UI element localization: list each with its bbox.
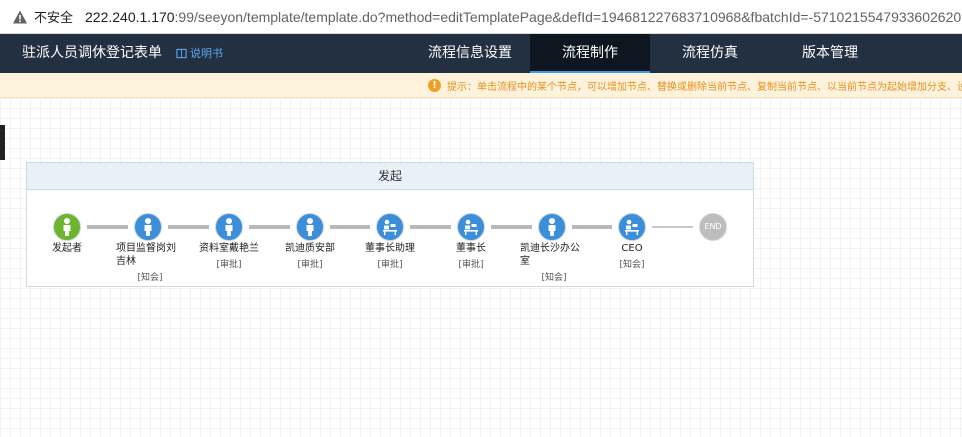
flow-node-label[interactable]: 董事长助理 [350,242,430,255]
flow-connector[interactable] [249,225,290,229]
person-icon[interactable] [134,213,162,241]
flow-connector[interactable] [572,225,612,229]
flow-node-role: [知会] [137,273,163,283]
info-icon: ! [428,78,441,92]
flow-node-role: [知会] [619,260,645,270]
flow-start-header[interactable]: 发起 [27,163,753,190]
person-icon[interactable] [538,213,566,241]
person-icon[interactable] [296,213,324,241]
flow-node-label[interactable]: 发起者 [27,242,107,255]
tab-flow-info[interactable]: 流程信息设置 [410,34,530,73]
flow-node-label[interactable]: CEO [592,242,672,255]
flow-node-label[interactable]: 董事长 [431,242,511,255]
end-node[interactable]: END [699,213,727,241]
left-edge-marker [0,125,5,160]
manual-label: 说明书 [190,47,223,60]
flow-node-role: [审批] [297,260,323,270]
post-icon[interactable] [376,213,404,241]
flow-connector[interactable] [87,225,128,229]
flow-node-label[interactable]: 资料室戴艳兰 [189,242,269,255]
flow-node-role: [审批] [216,260,242,270]
warning-triangle-icon [13,10,27,23]
tip-text: 提示：单击流程中的某个节点，可以增加节点、替换或删除当前节点、复制当前节点、以当… [447,81,962,93]
manual-link[interactable]: 说明书 [176,34,223,73]
flow-connector[interactable] [330,225,370,229]
post-icon[interactable] [457,213,485,241]
flow-node-role: [审批] [458,260,484,270]
post-icon[interactable] [618,213,646,241]
flow-connector[interactable] [652,226,693,228]
book-icon [176,48,187,59]
flow-diagram: 发起 发起者 项目监督岗刘吉林 [知会] 资料室戴艳兰 [审批] 凯迪质安部 [审批] 董事长… [26,162,754,287]
flow-node-role: [知会] [541,273,567,283]
person-icon[interactable] [215,213,243,241]
flow-connector[interactable] [410,225,451,229]
flow-node-role: [审批] [377,260,403,270]
url-path: :99/seeyon/template/template.do?method=e… [174,8,962,25]
tip-bar: ! 提示：单击流程中的某个节点，可以增加节点、替换或删除当前节点、复制当前节点、… [0,73,962,98]
person-icon[interactable] [53,213,81,241]
flow-node-label[interactable]: 凯迪质安部 [270,242,350,255]
flow-node-label[interactable]: 项目监督岗刘吉林 [116,242,184,268]
address-bar[interactable]: 不安全 222.240.1.170:99/seeyon/template/tem… [0,0,962,34]
url-text[interactable]: 222.240.1.170:99/seeyon/template/templat… [85,9,961,25]
app-header: 驻派人员调休登记表单 说明书 流程信息设置 流程制作 流程仿真 版本管理 [0,34,962,73]
form-title: 驻派人员调休登记表单 [22,45,162,61]
tab-version-management[interactable]: 版本管理 [770,34,890,73]
flow-connector[interactable] [168,225,209,229]
tab-flow-design[interactable]: 流程制作 [530,34,650,73]
not-secure-label[interactable]: 不安全 [34,7,73,26]
flow-connector[interactable] [491,225,532,229]
tab-flow-simulation[interactable]: 流程仿真 [650,34,770,73]
flow-node-label[interactable]: 凯迪长沙办公室 [520,242,588,268]
url-host: 222.240.1.170 [85,8,175,25]
